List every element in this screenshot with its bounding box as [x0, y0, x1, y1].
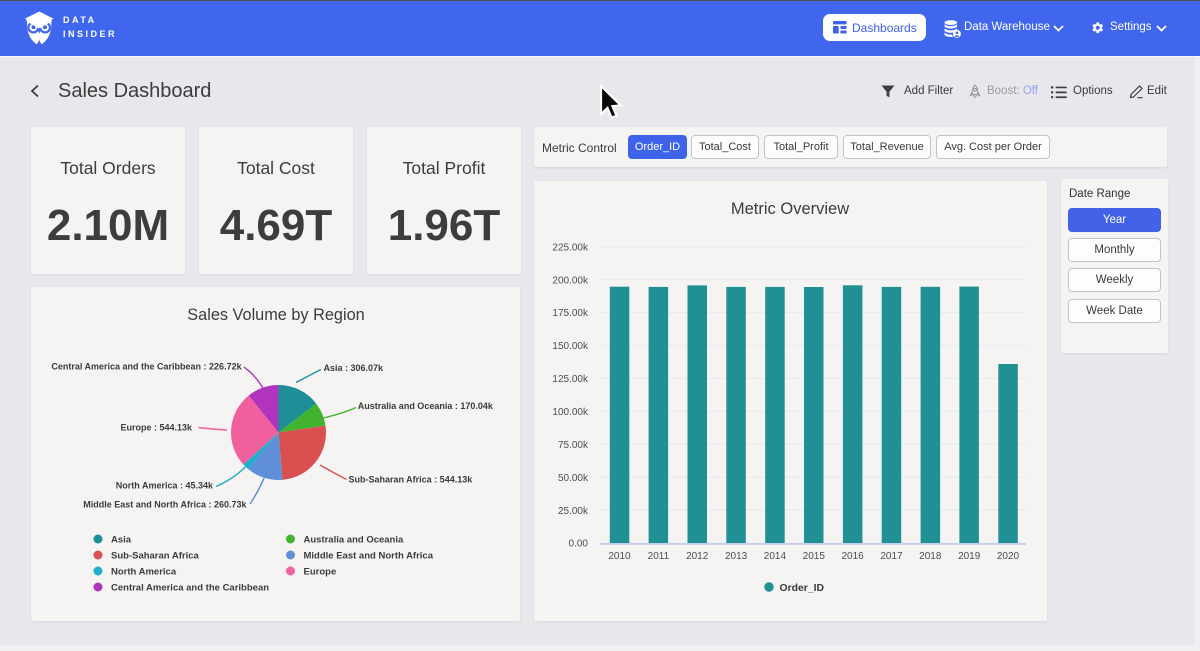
svg-text:Sub-Saharan Africa: Sub-Saharan Africa: [111, 550, 200, 561]
svg-text:125.00k: 125.00k: [552, 374, 589, 385]
svg-text:Middle East and North Africa :: Middle East and North Africa : 260.73k: [83, 500, 247, 510]
svg-text:75.00k: 75.00k: [558, 440, 589, 451]
svg-text:150.00k: 150.00k: [552, 341, 589, 352]
svg-text:Europe: Europe: [304, 566, 337, 577]
svg-text:175.00k: 175.00k: [552, 308, 589, 319]
svg-text:Australia and Oceania : 170.04: Australia and Oceania : 170.04k: [358, 401, 494, 411]
svg-text:225.00k: 225.00k: [552, 242, 589, 253]
svg-text:2014: 2014: [764, 551, 787, 562]
svg-text:2017: 2017: [880, 551, 903, 562]
svg-text:2011: 2011: [648, 551, 670, 562]
svg-text:0.00: 0.00: [569, 539, 589, 550]
svg-text:Asia: Asia: [111, 534, 132, 545]
svg-text:2016: 2016: [841, 551, 864, 562]
svg-text:2018: 2018: [919, 551, 942, 562]
svg-text:2019: 2019: [958, 551, 981, 562]
svg-text:2020: 2020: [997, 551, 1020, 562]
svg-text:Australia and Oceania: Australia and Oceania: [304, 534, 405, 545]
svg-text:2013: 2013: [725, 551, 748, 562]
svg-text:North America: North America: [111, 566, 177, 577]
svg-text:2015: 2015: [803, 551, 826, 562]
svg-text:200.00k: 200.00k: [552, 275, 589, 286]
svg-text:Central America and the Caribb: Central America and the Caribbean: [111, 582, 269, 593]
svg-text:100.00k: 100.00k: [552, 407, 589, 418]
svg-text:Sales Volume by Region: Sales Volume by Region: [187, 306, 364, 324]
svg-text:Middle East and North Africa: Middle East and North Africa: [304, 550, 434, 561]
svg-text:Europe : 544.13k: Europe : 544.13k: [120, 423, 193, 433]
svg-text:2010: 2010: [608, 551, 631, 562]
svg-text:Metric Overview: Metric Overview: [731, 200, 849, 218]
svg-text:25.00k: 25.00k: [558, 506, 589, 517]
svg-text:50.00k: 50.00k: [558, 473, 589, 484]
svg-text:North America : 45.34k: North America : 45.34k: [116, 481, 214, 491]
svg-text:Sub-Saharan Africa : 544.13k: Sub-Saharan Africa : 544.13k: [349, 475, 474, 485]
svg-text:2012: 2012: [686, 551, 709, 562]
svg-text:Order_ID: Order_ID: [780, 583, 825, 594]
svg-text:Asia : 306.07k: Asia : 306.07k: [324, 363, 385, 373]
svg-text:Central America and the Caribb: Central America and the Caribbean : 226.…: [51, 362, 242, 372]
